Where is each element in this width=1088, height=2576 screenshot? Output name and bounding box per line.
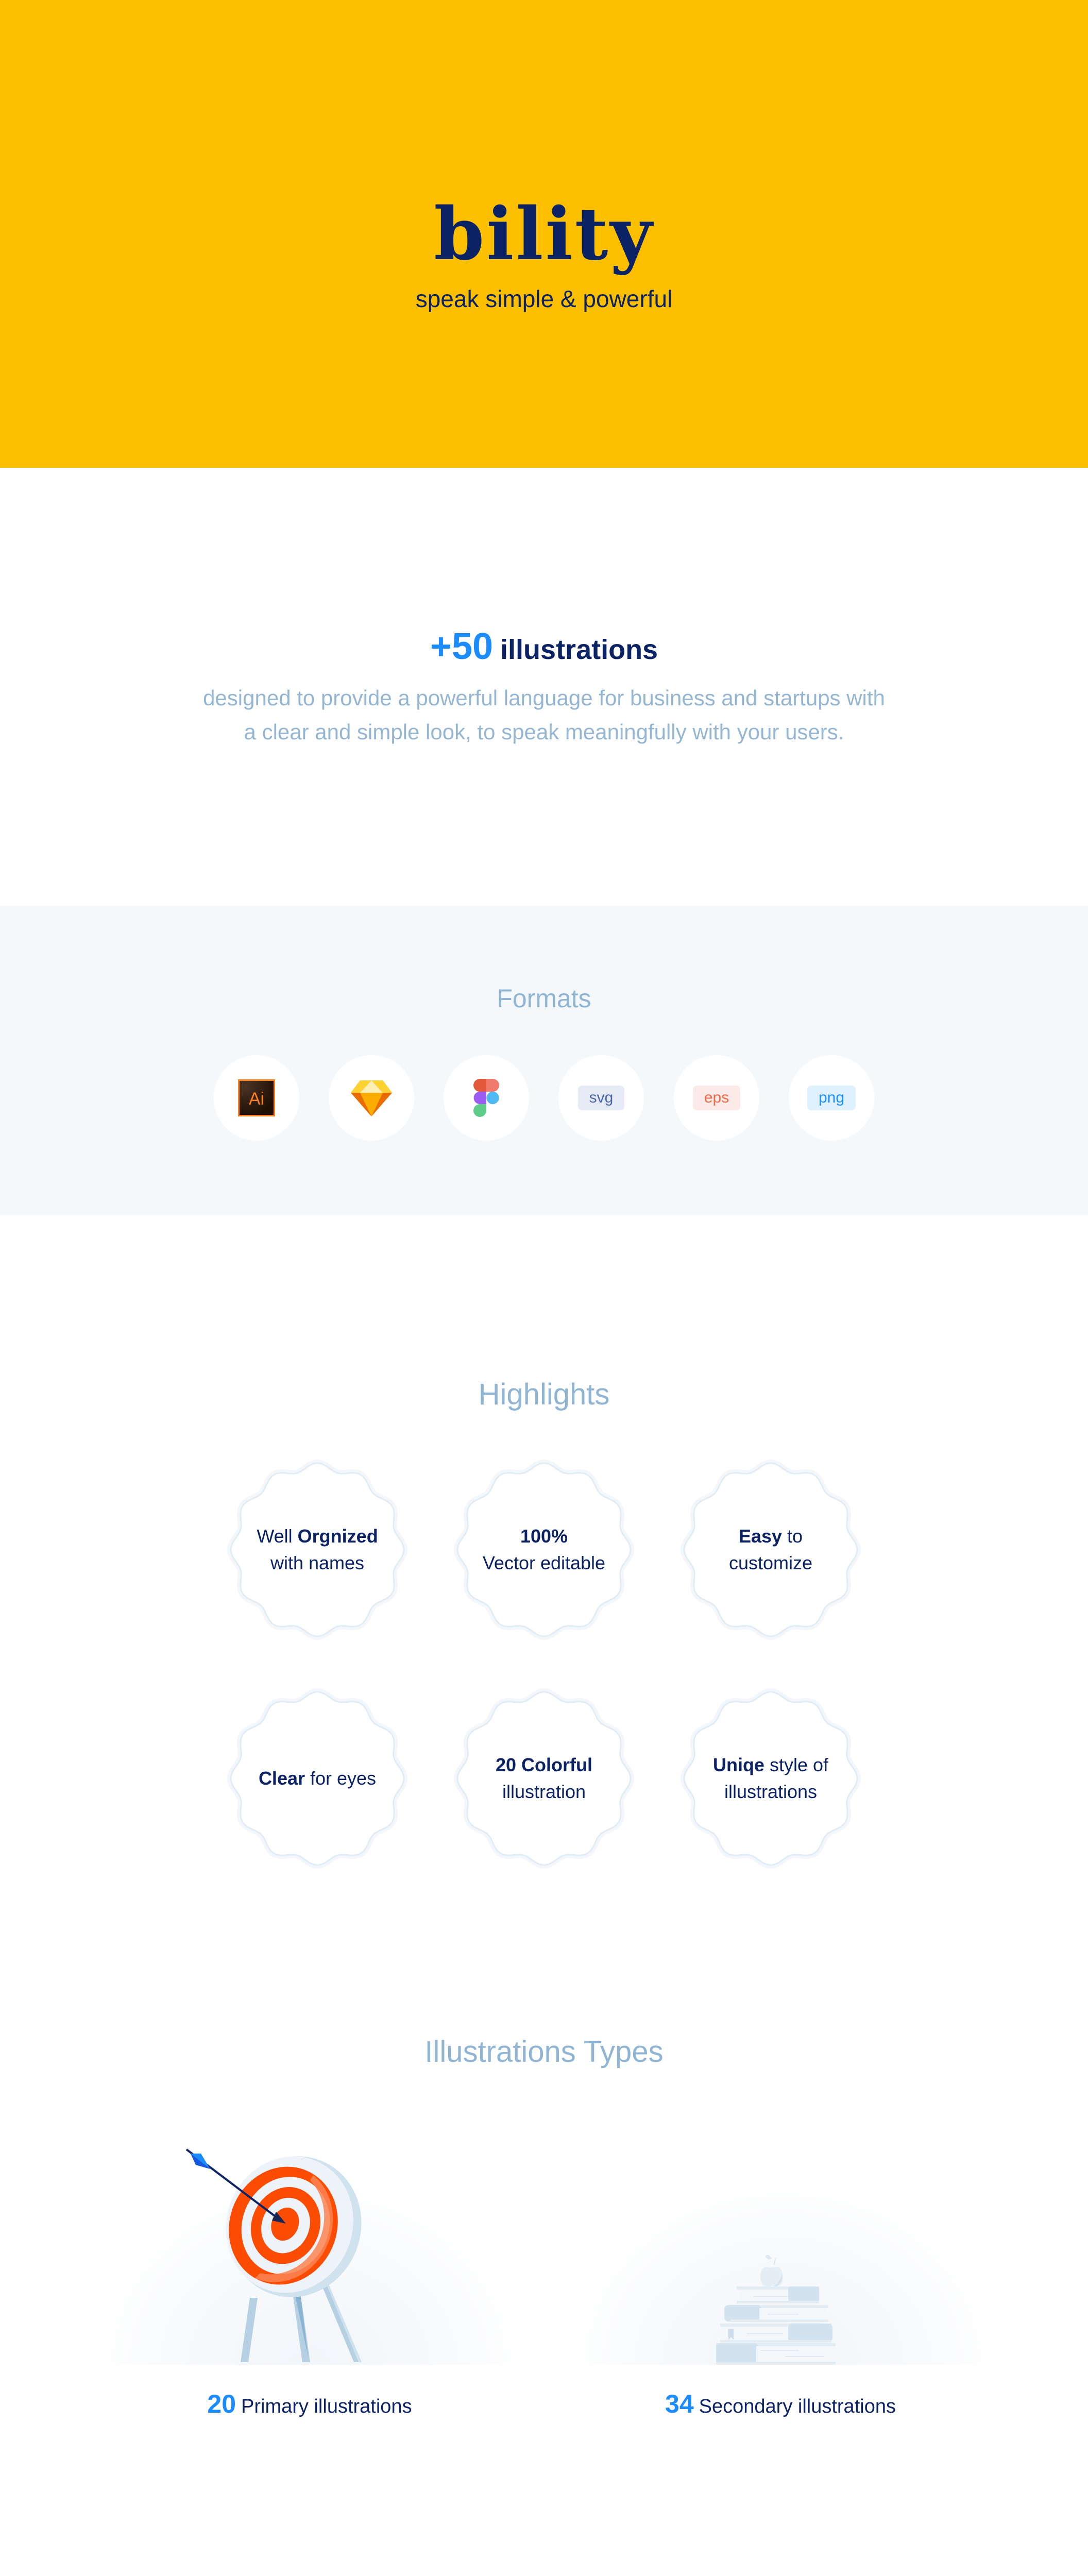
sketch-icon (351, 1080, 392, 1116)
highlight-text: Easy to customize (728, 1526, 813, 1573)
intro-heading-word: illustrations (500, 634, 658, 665)
eps-tag: eps (692, 1086, 741, 1110)
formats-title: Formats (497, 984, 591, 1013)
intro-description-line-1: designed to provide a powerful language … (203, 686, 885, 710)
intro-description-line-2: a clear and simple look, to speak meanin… (244, 720, 844, 744)
format-illustrator[interactable]: Ai (214, 1055, 299, 1141)
highlight-badge: Well Orgnized with names (225, 1457, 410, 1642)
hero-tagline: speak simple & powerful (415, 285, 673, 312)
format-svg[interactable]: svg (558, 1055, 644, 1141)
highlight-badge: Uniqe style of illustrations (678, 1686, 863, 1871)
highlight-badge: 100% Vector editable (451, 1457, 637, 1642)
formats-section: Formats Ai svg eps png (0, 906, 1088, 1215)
apple-icon (760, 2255, 783, 2287)
primary-count: 20 (207, 2389, 236, 2418)
format-png[interactable]: png (789, 1055, 874, 1141)
format-sketch[interactable] (329, 1055, 414, 1141)
primary-label: Primary illustrations (241, 2396, 412, 2417)
highlight-badge: 20 Colorful illustration (451, 1686, 637, 1871)
highlight-text: Clear for eyes (258, 1768, 377, 1789)
svg-tag: svg (577, 1086, 625, 1110)
secondary-count: 34 (665, 2389, 694, 2418)
target-illustration[interactable] (175, 2138, 392, 2365)
highlight-text: 20 Colorful illustration (495, 1754, 592, 1802)
format-figma[interactable] (444, 1055, 529, 1141)
format-eps[interactable]: eps (674, 1055, 759, 1141)
primary-illustrations-caption: 20 Primary illustrations (152, 2388, 467, 2426)
secondary-illustrations-caption: 34 Secondary illustrations (623, 2388, 938, 2426)
highlight-badge: Easy to customize (678, 1457, 863, 1642)
brand-logo: bility (434, 192, 654, 277)
illustration-count: +50 (430, 626, 494, 667)
illustrator-label: Ai (249, 1089, 264, 1109)
highlight-badge: Clear for eyes (225, 1686, 410, 1871)
highlight-text: 100% Vector editable (482, 1526, 606, 1573)
figma-icon (473, 1079, 499, 1117)
hero-banner: bility speak simple & powerful (0, 0, 1088, 468)
intro-heading: +50 illustrations (0, 623, 1088, 679)
illustrator-icon: Ai (238, 1079, 275, 1116)
highlights-title: Highlights (478, 1378, 610, 1411)
highlight-text: Uniqe style of illustrations (712, 1754, 829, 1802)
secondary-label: Secondary illustrations (699, 2396, 896, 2417)
books-illustration[interactable] (716, 2251, 845, 2365)
intro-description: designed to provide a powerful language … (183, 681, 905, 749)
highlight-text: Well Orgnized with names (257, 1526, 378, 1573)
types-title: Illustrations Types (424, 2035, 664, 2069)
png-tag: png (807, 1086, 856, 1110)
